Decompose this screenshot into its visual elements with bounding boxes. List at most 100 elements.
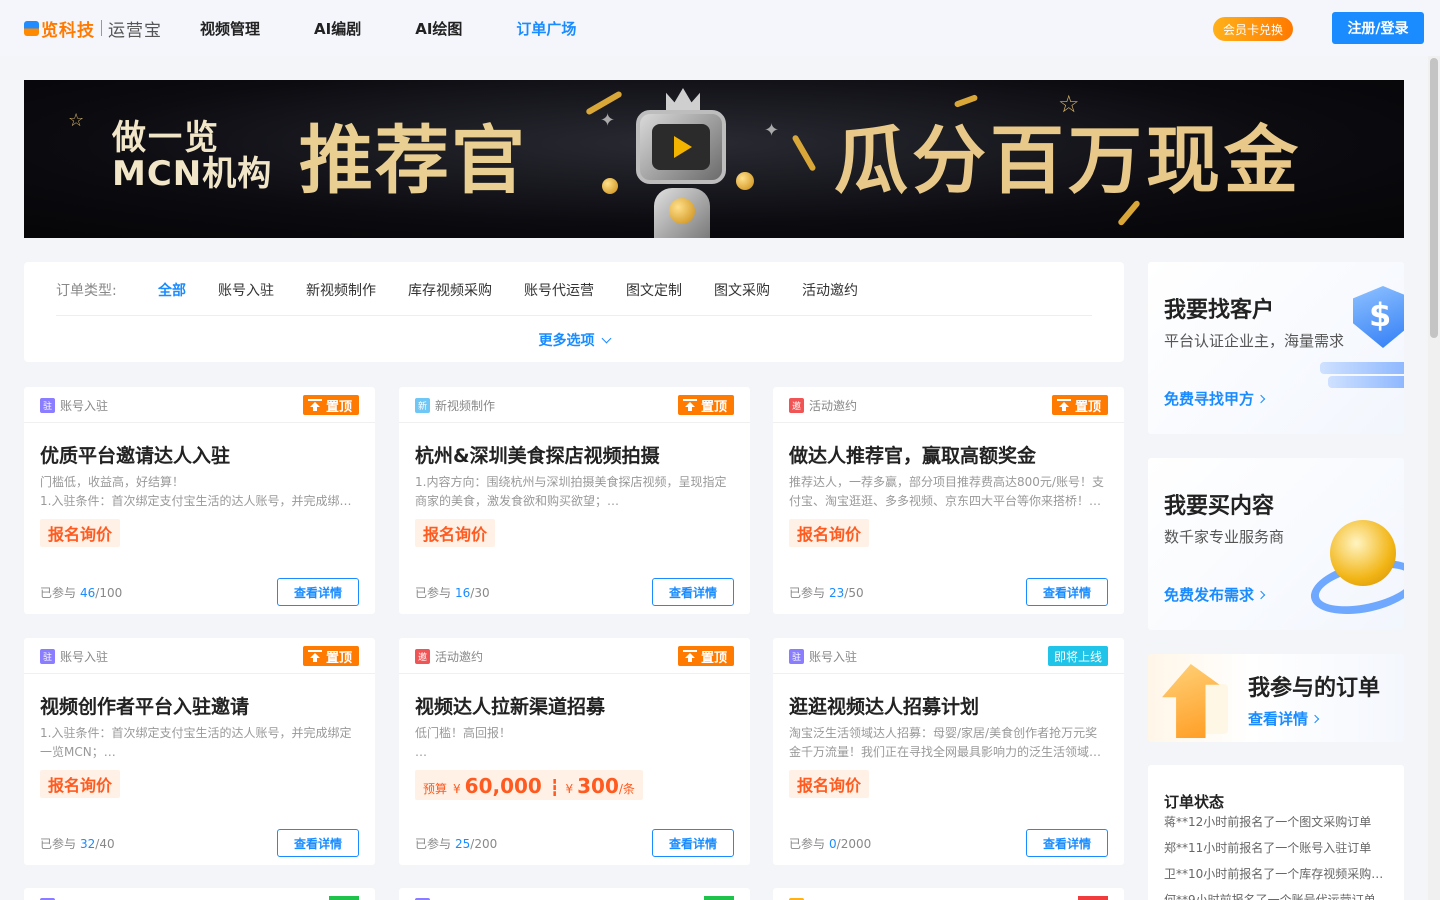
promo-banner[interactable]: ☆ ☆ ✦ ✦ 做一览 MCN机构 推荐官 瓜分百万现金: [24, 80, 1404, 238]
currency-symbol: ¥: [565, 782, 574, 796]
order-card-partial[interactable]: [773, 888, 1124, 900]
card-divider: [773, 673, 1124, 674]
view-details-button[interactable]: 查看详情: [277, 829, 359, 857]
order-card-partial[interactable]: [24, 888, 375, 900]
sparkle-icon: ✦: [764, 120, 780, 141]
sparkle-icon: ✦: [600, 110, 616, 131]
scrollbar-thumb[interactable]: [1430, 58, 1438, 338]
order-status-title: 订单状态: [1164, 793, 1225, 811]
card-badge: [704, 896, 734, 900]
filter-option-all[interactable]: 全部: [158, 280, 186, 300]
find-client-link-label: 免费寻找甲方: [1164, 390, 1255, 408]
pin-top-badge: 置顶: [302, 646, 359, 666]
register-login-button[interactable]: 注册/登录: [1332, 12, 1424, 44]
card-description-line: 1.入驻条件：首次绑定支付宝生活的达人账号，并完成绑…: [40, 494, 352, 508]
logo-icon: [24, 20, 39, 36]
card-description-line: 1.入驻条件：首次绑定支付宝生活的达人账号，并完成绑定: [40, 726, 352, 740]
nav-order-plaza[interactable]: 订单广场: [516, 18, 576, 39]
participants-number: 46: [80, 586, 96, 600]
ribbon-decoration: [791, 134, 817, 172]
view-details-button[interactable]: 查看详情: [652, 829, 734, 857]
view-details-button[interactable]: 查看详情: [277, 578, 359, 606]
view-details-button[interactable]: 查看详情: [1026, 829, 1108, 857]
card-description: 推荐达人，一荐多赢，部分项目推荐费高达800元/账号！支 付宝、淘宝逛逛、多多视频…: [789, 473, 1107, 511]
card-description-line: 低门槛！高回报！: [415, 726, 512, 740]
filter-option-account-settle[interactable]: 账号入驻: [218, 280, 274, 300]
card-divider: [24, 673, 375, 674]
my-orders-card[interactable]: 我参与的订单 查看详情: [1148, 654, 1404, 742]
order-card[interactable]: 新新视频制作 置顶杭州&深圳美食探店视频拍摄 1.内容方向：围绕杭州与深圳拍摄美食探…: [399, 387, 750, 614]
order-type-options: 全部 账号入驻 新视频制作 库存视频采购 账号代运营 图文定制 图文采购 活动邀…: [158, 280, 890, 300]
order-card[interactable]: 驻账号入驻 置顶 优质平台邀请达人入驻 门槛低，收益高，好结算！ 1.入驻条件：首次绑定…: [24, 387, 375, 614]
coin-icon: [602, 178, 618, 194]
card-type-label: 新视频制作: [435, 399, 496, 413]
coming-soon-badge: 即将上线: [1047, 646, 1108, 666]
card-description: 1.内容方向：围绕杭州与深圳拍摄美食探店视频，呈现指定 商家的美食，激发食欲和购买…: [415, 473, 733, 511]
card-title[interactable]: 优质平台邀请达人入驻: [40, 441, 230, 468]
filter-option-graphic-custom[interactable]: 图文定制: [626, 280, 682, 300]
tv-screen: [652, 124, 710, 170]
my-orders-link[interactable]: 查看详情: [1248, 708, 1320, 729]
card-title[interactable]: 逛逛视频达人招募计划: [789, 692, 979, 719]
buy-content-card[interactable]: 我要买内容 数千家专业服务商 免费发布需求: [1148, 458, 1404, 630]
view-details-button[interactable]: 查看详情: [652, 578, 734, 606]
currency-symbol: ¥: [453, 782, 461, 796]
order-card[interactable]: 驻账号入驻 置顶 视频创作者平台入驻邀请 1.入驻条件：首次绑定支付宝生活的达人账号，…: [24, 638, 375, 865]
find-client-title: 我要找客户: [1164, 298, 1275, 323]
type-icon: 驻: [40, 649, 55, 664]
chevron-right-icon: [1256, 394, 1266, 404]
card-description: 低门槛！高回报！ …: [415, 724, 733, 762]
participants-label: 已参与: [415, 837, 452, 851]
nav-ai-drawing[interactable]: AI绘图: [415, 18, 462, 39]
type-icon: 邀: [789, 398, 804, 413]
find-client-card[interactable]: $ 我要找客户 平台认证企业主，海量需求 免费寻找甲方: [1148, 262, 1404, 434]
participants-number: 25: [455, 837, 471, 851]
view-details-button[interactable]: 查看详情: [1026, 578, 1108, 606]
participants-label: 已参与: [789, 837, 826, 851]
page-scrollbar[interactable]: [1428, 56, 1440, 900]
order-card[interactable]: 邀活动邀约 置顶 视频达人拉新渠道招募 低门槛！高回报！ … 预算 ¥60,000 ┇ ¥300…: [399, 638, 750, 865]
card-title[interactable]: 做达人推荐官，赢取高额奖金: [789, 441, 1036, 468]
card-type: 邀活动邀约: [415, 648, 483, 665]
card-title[interactable]: 视频创作者平台入驻邀请: [40, 692, 249, 719]
filter-option-graphic-purchase[interactable]: 图文采购: [714, 280, 770, 300]
nav-video-management[interactable]: 视频管理: [200, 18, 260, 39]
vip-card-redeem-button[interactable]: 会员卡兑换: [1213, 17, 1293, 41]
filter-option-event-invite[interactable]: 活动邀约: [802, 280, 858, 300]
illustration-platform: [1320, 362, 1404, 374]
card-description-line: …: [415, 745, 427, 759]
yuan-coin-icon: [1330, 520, 1396, 586]
card-title[interactable]: 视频达人拉新渠道招募: [415, 692, 605, 719]
order-status-card: 订单状态 蒋**12小时前报名了一个图文采购订单 郑**11小时前报名了一个账号…: [1148, 765, 1404, 900]
illustration-platform: [1328, 376, 1404, 388]
order-card-partial[interactable]: [399, 888, 750, 900]
nav-ai-script[interactable]: AI编剧: [314, 18, 361, 39]
order-card[interactable]: 邀活动邀约 置顶 做达人推荐官，赢取高额奖金 推荐达人，一荐多赢，部分项目推荐费高达8…: [773, 387, 1124, 614]
find-client-link[interactable]: 免费寻找甲方: [1164, 388, 1266, 409]
price-inquiry-tag: 报名询价: [789, 770, 870, 798]
pin-top-badge: 置顶: [1051, 395, 1108, 415]
more-options-toggle[interactable]: 更多选项: [24, 330, 1124, 350]
order-card[interactable]: 驻账号入驻 即将上线 逛逛视频达人招募计划 淘宝泛生活领域达人招募：母婴/家居/美食创…: [773, 638, 1124, 865]
price-inquiry-tag: 报名询价: [40, 770, 121, 798]
participants-count: 已参与 0/2000: [789, 835, 871, 852]
budget-label: 预算: [423, 782, 448, 796]
card-type: 新新视频制作: [415, 397, 495, 414]
more-options-label: 更多选项: [538, 333, 595, 349]
buy-content-link[interactable]: 免费发布需求: [1164, 584, 1266, 605]
my-orders-link-label: 查看详情: [1248, 710, 1309, 728]
buy-content-link-label: 免费发布需求: [1164, 586, 1255, 604]
pin-top-icon: [307, 399, 322, 411]
budget-total: 60,000: [464, 774, 542, 798]
filter-option-account-operation[interactable]: 账号代运营: [524, 280, 594, 300]
filter-option-new-video[interactable]: 新视频制作: [306, 280, 376, 300]
card-title[interactable]: 杭州&深圳美食探店视频拍摄: [415, 441, 660, 468]
price-inquiry-tag: 报名询价: [40, 519, 121, 547]
price-inquiry-tag: 报名询价: [415, 519, 496, 547]
chevron-right-icon: [1310, 714, 1320, 724]
filter-option-stock-video[interactable]: 库存视频采购: [408, 280, 492, 300]
pin-top-label: 置顶: [700, 399, 727, 415]
card-divider: [773, 422, 1124, 423]
tv-mascot: [636, 110, 726, 184]
logo[interactable]: 览科技 运营宝: [24, 16, 162, 41]
